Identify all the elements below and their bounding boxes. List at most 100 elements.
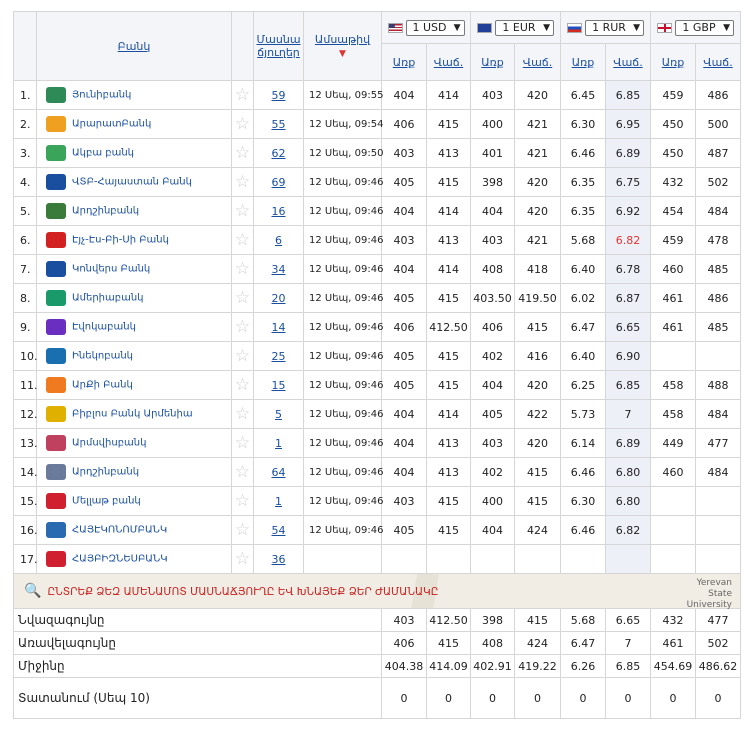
currency-select-rur[interactable]: 1 RUR ▼ bbox=[560, 11, 651, 44]
favorite-star-icon[interactable]: ☆ bbox=[231, 167, 254, 197]
favorite-star-icon[interactable]: ☆ bbox=[231, 486, 254, 516]
branches-cell[interactable]: 1 bbox=[253, 428, 304, 458]
branches-count-link[interactable]: 1 bbox=[275, 437, 282, 450]
branches-count-link[interactable]: 1 bbox=[275, 495, 282, 508]
favorite-star-icon[interactable]: ☆ bbox=[231, 80, 254, 110]
map-cta-text[interactable]: ԸՆՏՐԵՔ ՁԵԶ ԱՄԵՆԱՄՈՏ ՄԱՍՆԱՃՅՈՒՂԸ ԵՎ ԽՆԱՅԵ… bbox=[47, 586, 438, 598]
bank-name[interactable]: Ամերիաբանկ bbox=[72, 293, 144, 304]
bank-cell[interactable]: ՎՏԲ-Հայաստան Բանկ bbox=[36, 167, 232, 197]
favorite-star-icon[interactable]: ☆ bbox=[231, 341, 254, 371]
favorite-star-icon[interactable]: ☆ bbox=[231, 399, 254, 429]
branches-count-link[interactable]: 69 bbox=[272, 176, 286, 189]
currency-select-gbp[interactable]: 1 GBP ▼ bbox=[650, 11, 741, 44]
branches-cell[interactable]: 36 bbox=[253, 544, 304, 574]
bank-name[interactable]: Էյչ-Էս-Բի-Սի Բանկ bbox=[72, 235, 169, 246]
branches-count-link[interactable]: 59 bbox=[272, 89, 286, 102]
favorite-star-icon[interactable]: ☆ bbox=[231, 312, 254, 342]
bank-cell[interactable]: Էյչ-Էս-Բի-Սի Բանկ bbox=[36, 225, 232, 255]
bank-name[interactable]: Բիբլոս Բանկ Արմենիա bbox=[72, 409, 193, 420]
branches-count-link[interactable]: 64 bbox=[272, 466, 286, 479]
header-sell-label[interactable]: Վաճ. bbox=[434, 56, 463, 69]
bank-cell[interactable]: Ակբա բանկ bbox=[36, 138, 232, 168]
bank-name[interactable]: ԱրարատԲանկ bbox=[72, 119, 151, 130]
currency-dropdown[interactable]: 1 USD ▼ bbox=[405, 19, 465, 36]
bank-cell[interactable]: Ինեկոբանկ bbox=[36, 341, 232, 371]
bank-cell[interactable]: Ամերիաբանկ bbox=[36, 283, 232, 313]
favorite-star-icon[interactable]: ☆ bbox=[231, 225, 254, 255]
bank-name[interactable]: Կոնվերս Բանկ bbox=[72, 264, 150, 275]
map-banner-cell[interactable]: 🔍 ԸՆՏՐԵՔ ՁԵԶ ԱՄԵՆԱՄՈՏ ՄԱՍՆԱՃՅՈՒՂԸ ԵՎ ԽՆԱՅ… bbox=[13, 573, 741, 610]
bank-cell[interactable]: Բիբլոս Բանկ Արմենիա bbox=[36, 399, 232, 429]
branches-cell[interactable]: 34 bbox=[253, 254, 304, 284]
branches-cell[interactable]: 16 bbox=[253, 196, 304, 226]
bank-name[interactable]: Մելլաթ բանկ bbox=[72, 496, 141, 507]
favorite-star-icon[interactable]: ☆ bbox=[231, 109, 254, 139]
bank-cell[interactable]: Կոնվերս Բանկ bbox=[36, 254, 232, 284]
currency-dropdown[interactable]: 1 EUR ▼ bbox=[495, 19, 554, 36]
bank-cell[interactable]: Էվոկաբանկ bbox=[36, 312, 232, 342]
branches-label[interactable]: Մասնա ճյուղեր bbox=[256, 33, 300, 59]
bank-name[interactable]: Արմսվիսբանկ bbox=[72, 438, 146, 449]
bank-name[interactable]: Արդշինբանկ bbox=[72, 206, 139, 217]
bank-name[interactable]: ԱրՔի Բանկ bbox=[72, 380, 133, 391]
header-date[interactable]: Ամսաթիվ ▼ bbox=[303, 11, 382, 81]
bank-cell[interactable]: ՀԱՅԲԻԶՆԵՍԲԱՆԿ bbox=[36, 544, 232, 574]
header-sell-label[interactable]: Վաճ. bbox=[703, 56, 732, 69]
branches-cell[interactable]: 20 bbox=[253, 283, 304, 313]
currency-select-usd[interactable]: 1 USD ▼ bbox=[381, 11, 471, 44]
branches-cell[interactable]: 1 bbox=[253, 486, 304, 516]
bank-name[interactable]: Արդշինբանկ bbox=[72, 467, 139, 478]
bank-cell[interactable]: Մելլաթ բանկ bbox=[36, 486, 232, 516]
branches-count-link[interactable]: 54 bbox=[272, 524, 286, 537]
branches-count-link[interactable]: 20 bbox=[272, 292, 286, 305]
branches-cell[interactable]: 54 bbox=[253, 515, 304, 545]
branches-cell[interactable]: 15 bbox=[253, 370, 304, 400]
favorite-star-icon[interactable]: ☆ bbox=[231, 254, 254, 284]
bank-cell[interactable]: Արդշինբանկ bbox=[36, 457, 232, 487]
bank-cell[interactable]: ԱրՔի Բանկ bbox=[36, 370, 232, 400]
header-buy-label[interactable]: Առք bbox=[662, 56, 685, 69]
bank-name[interactable]: ՎՏԲ-Հայաստան Բանկ bbox=[72, 177, 192, 188]
branches-count-link[interactable]: 5 bbox=[275, 408, 282, 421]
bank-name[interactable]: Էվոկաբանկ bbox=[72, 322, 136, 333]
favorite-star-icon[interactable]: ☆ bbox=[231, 515, 254, 545]
header-sell[interactable]: Վաճ. bbox=[695, 43, 741, 81]
header-sell-label[interactable]: Վաճ. bbox=[523, 56, 552, 69]
bank-name[interactable]: Յունիբանկ bbox=[72, 90, 131, 101]
bank-cell[interactable]: ԱրարատԲանկ bbox=[36, 109, 232, 139]
favorite-star-icon[interactable]: ☆ bbox=[231, 457, 254, 487]
branches-count-link[interactable]: 15 bbox=[272, 379, 286, 392]
branches-count-link[interactable]: 55 bbox=[272, 118, 286, 131]
bank-name[interactable]: Ինեկոբանկ bbox=[72, 351, 133, 362]
header-buy-label[interactable]: Առք bbox=[572, 56, 595, 69]
bank-name[interactable]: ՀԱՅԲԻԶՆԵՍԲԱՆԿ bbox=[72, 554, 168, 565]
branches-count-link[interactable]: 16 bbox=[272, 205, 286, 218]
header-sell[interactable]: Վաճ. bbox=[426, 43, 471, 81]
branches-cell[interactable]: 55 bbox=[253, 109, 304, 139]
header-bank[interactable]: Բանկ bbox=[36, 11, 232, 81]
header-buy[interactable]: Առք bbox=[381, 43, 427, 81]
header-sell-label[interactable]: Վաճ. bbox=[613, 56, 642, 69]
map-banner[interactable]: 🔍 ԸՆՏՐԵՔ ՁԵԶ ԱՄԵՆԱՄՈՏ ՄԱՍՆԱՃՅՈՒՂԸ ԵՎ ԽՆԱՅ… bbox=[13, 573, 741, 610]
bank-name[interactable]: ՀԱՅԷԿՈՆՈՄԲԱՆԿ bbox=[72, 525, 167, 536]
branches-cell[interactable]: 69 bbox=[253, 167, 304, 197]
branches-cell[interactable]: 14 bbox=[253, 312, 304, 342]
header-buy[interactable]: Առք bbox=[470, 43, 515, 81]
branches-count-link[interactable]: 25 bbox=[272, 350, 286, 363]
bank-name[interactable]: Ակբա բանկ bbox=[72, 148, 134, 159]
branches-cell[interactable]: 62 bbox=[253, 138, 304, 168]
branches-cell[interactable]: 5 bbox=[253, 399, 304, 429]
currency-dropdown[interactable]: 1 GBP ▼ bbox=[675, 19, 734, 36]
header-buy[interactable]: Առք bbox=[560, 43, 606, 81]
currency-dropdown[interactable]: 1 RUR ▼ bbox=[585, 19, 644, 36]
header-buy[interactable]: Առք bbox=[650, 43, 696, 81]
branches-cell[interactable]: 64 bbox=[253, 457, 304, 487]
bank-cell[interactable]: Արդշինբանկ bbox=[36, 196, 232, 226]
header-sell[interactable]: Վաճ. bbox=[605, 43, 651, 81]
branches-count-link[interactable]: 6 bbox=[275, 234, 282, 247]
favorite-star-icon[interactable]: ☆ bbox=[231, 370, 254, 400]
branches-cell[interactable]: 25 bbox=[253, 341, 304, 371]
favorite-star-icon[interactable]: ☆ bbox=[231, 196, 254, 226]
favorite-star-icon[interactable]: ☆ bbox=[231, 428, 254, 458]
bank-cell[interactable]: ՀԱՅԷԿՈՆՈՄԲԱՆԿ bbox=[36, 515, 232, 545]
